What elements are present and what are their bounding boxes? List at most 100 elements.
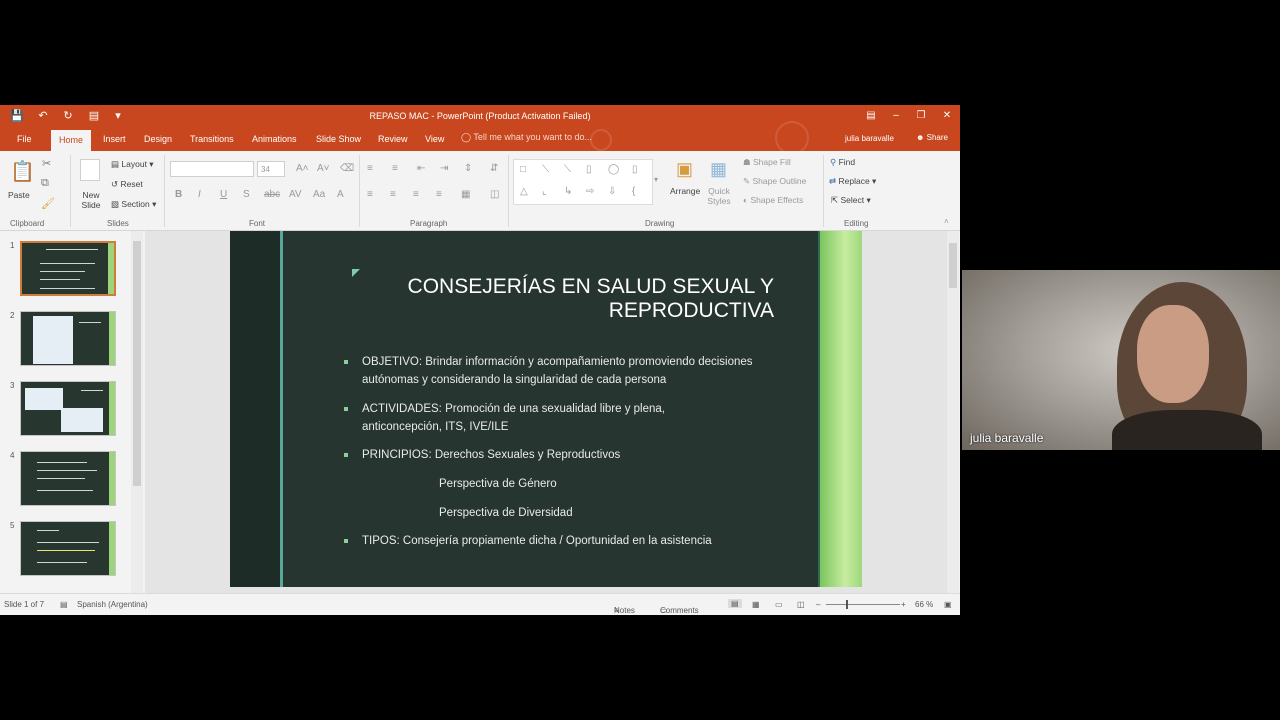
numbering-icon[interactable]: ≡ — [392, 163, 398, 174]
bullet-actividades[interactable]: ACTIVIDADES: Promoción de una sexualidad… — [362, 400, 742, 436]
scrollbar-thumb[interactable] — [133, 241, 141, 486]
tab-view[interactable]: View — [425, 132, 444, 151]
decrease-font-icon[interactable]: A˅ — [317, 163, 330, 174]
textbox-shape-icon[interactable]: □ — [520, 164, 526, 175]
tab-animations[interactable]: Animations — [252, 132, 297, 151]
fit-to-window-icon[interactable]: ▣ — [944, 600, 952, 609]
shape-outline-button[interactable]: ✎ Shape Outline — [743, 176, 806, 187]
spell-check-icon[interactable]: ▤ — [60, 600, 68, 609]
bullet-principios[interactable]: PRINCIPIOS: Derechos Sexuales y Reproduc… — [362, 446, 782, 464]
bullet-tipos[interactable]: TIPOS: Consejería propiamente dicha / Op… — [362, 532, 802, 550]
shadow-icon[interactable]: S — [243, 189, 250, 200]
connector-shape-icon[interactable]: ⌞ — [542, 186, 547, 197]
oval-shape-icon[interactable]: ◯ — [608, 164, 619, 175]
tab-home[interactable]: Home — [51, 130, 92, 151]
restore-button[interactable]: ❐ — [911, 108, 931, 124]
slide-thumbnail-4[interactable] — [20, 451, 116, 506]
slide-vertical-scrollbar[interactable] — [947, 231, 959, 593]
text-direction-icon[interactable]: ⇵ — [490, 163, 498, 174]
slide-thumbnail-2[interactable] — [20, 311, 116, 366]
paste-icon[interactable]: 📋 — [10, 159, 35, 184]
tell-me-search[interactable]: ◯ Tell me what you want to do... — [461, 132, 592, 143]
tab-file[interactable]: File — [17, 132, 32, 151]
share-button[interactable]: ☻ Share — [916, 133, 948, 142]
convert-smartart-icon[interactable]: ◫ — [490, 189, 499, 200]
quick-styles-icon[interactable]: ▦ — [710, 159, 727, 180]
strikethrough-icon[interactable]: abc — [264, 189, 280, 200]
change-case-icon[interactable]: Aa — [313, 189, 325, 200]
arrow-line-icon[interactable]: ⟍ — [564, 164, 571, 175]
tab-review[interactable]: Review — [378, 132, 408, 151]
shapes-gallery[interactable]: □ ⟍ ⟍ ▯ ◯ ▯ △ ⌞ ↳ ⇨ ⇩ { — [513, 159, 653, 205]
down-arrow-shape-icon[interactable]: ⇩ — [608, 186, 616, 197]
find-button[interactable]: ⚲ Find — [830, 157, 855, 168]
zoom-in-icon[interactable]: + — [901, 600, 906, 609]
rectangle-shape-icon[interactable]: ▯ — [586, 164, 592, 175]
arrange-icon[interactable]: ▣ — [676, 159, 693, 180]
sub-item-genero[interactable]: Perspectiva de Género — [439, 475, 739, 493]
slide-canvas[interactable]: CONSEJERÍAS EN SALUD SEXUAL Y REPRODUCTI… — [230, 231, 862, 587]
zoom-level[interactable]: 66 % — [915, 600, 933, 609]
tab-transitions[interactable]: Transitions — [190, 132, 234, 151]
slide-show-icon[interactable]: ◫ — [797, 600, 805, 609]
cut-icon[interactable]: ✂ — [42, 157, 51, 170]
bold-icon[interactable]: B — [175, 189, 182, 200]
zoom-slider-thumb[interactable] — [846, 600, 848, 609]
reading-view-icon[interactable]: ▭ — [775, 600, 783, 609]
new-slide-icon[interactable] — [80, 159, 100, 181]
bullets-icon[interactable]: ≡ — [367, 163, 373, 174]
select-button[interactable]: ⇱ Select ▾ — [831, 195, 871, 206]
paste-button[interactable]: Paste — [8, 190, 30, 200]
replace-button[interactable]: ⇄ Replace ▾ — [829, 176, 876, 187]
decrease-indent-icon[interactable]: ⇤ — [417, 163, 425, 174]
increase-font-icon[interactable]: A˄ — [296, 163, 309, 174]
line-shape-icon[interactable]: ⟍ — [542, 164, 549, 175]
copy-icon[interactable]: ⧉ — [41, 177, 49, 190]
center-icon[interactable]: ≡ — [390, 189, 396, 200]
slide-sorter-icon[interactable]: ▦ — [752, 600, 760, 609]
increase-indent-icon[interactable]: ⇥ — [440, 163, 448, 174]
font-color-icon[interactable]: A — [337, 189, 344, 200]
gallery-more-icon[interactable]: ▾ — [654, 175, 658, 184]
section-button[interactable]: ▧ Section ▾ — [111, 199, 156, 210]
scrollbar-thumb[interactable] — [949, 243, 957, 288]
font-name-box[interactable] — [170, 161, 254, 177]
slide-thumbnail-1[interactable] — [20, 241, 116, 296]
brace-shape-icon[interactable]: { — [632, 186, 635, 197]
tab-insert[interactable]: Insert — [103, 132, 126, 151]
close-button[interactable]: ✕ — [937, 108, 957, 124]
slide-thumbnail-3[interactable] — [20, 381, 116, 436]
shape-effects-button[interactable]: ◐ Shape Effects — [743, 195, 803, 205]
ribbon-display-options-icon[interactable]: ▤ — [861, 108, 881, 124]
sub-item-diversidad[interactable]: Perspectiva de Diversidad — [439, 504, 739, 522]
character-spacing-icon[interactable]: AV — [289, 189, 302, 200]
format-painter-icon[interactable]: 🖌 — [41, 197, 55, 210]
reset-button[interactable]: ↺ Reset — [111, 179, 143, 190]
elbow-arrow-icon[interactable]: ↳ — [564, 186, 572, 197]
quick-styles-button[interactable]: Quick Styles — [704, 186, 734, 206]
thumbnails-scrollbar[interactable] — [131, 231, 143, 593]
columns-icon[interactable]: ▦ — [461, 189, 470, 200]
triangle-shape-icon[interactable]: △ — [520, 186, 528, 197]
italic-icon[interactable]: I — [198, 189, 201, 200]
font-size-box[interactable]: 34 — [257, 161, 285, 177]
arrange-button[interactable]: Arrange — [670, 186, 700, 196]
align-left-icon[interactable]: ≡ — [367, 189, 373, 200]
tab-design[interactable]: Design — [144, 132, 172, 151]
user-name[interactable]: julia baravalle — [845, 134, 894, 143]
tab-slide-show[interactable]: Slide Show — [316, 132, 361, 151]
slide-thumbnail-5[interactable] — [20, 521, 116, 576]
callout-shape-icon[interactable]: ▯ — [632, 164, 638, 175]
normal-view-icon[interactable]: ▤ — [728, 599, 742, 608]
minimize-button[interactable]: – — [886, 108, 906, 124]
align-right-icon[interactable]: ≡ — [413, 189, 419, 200]
bullet-objetivo[interactable]: OBJETIVO: Brindar información y acompaña… — [362, 353, 782, 389]
clear-formatting-icon[interactable]: ⌫ — [340, 163, 354, 174]
zoom-slider[interactable] — [826, 604, 900, 605]
collapse-ribbon-icon[interactable]: ˄ — [944, 217, 949, 226]
right-arrow-shape-icon[interactable]: ⇨ — [586, 186, 594, 197]
underline-icon[interactable]: U — [220, 189, 227, 200]
shape-fill-button[interactable]: ☗ Shape Fill — [743, 157, 791, 168]
zoom-out-icon[interactable]: – — [816, 600, 820, 609]
line-spacing-icon[interactable]: ⇕ — [464, 163, 472, 174]
